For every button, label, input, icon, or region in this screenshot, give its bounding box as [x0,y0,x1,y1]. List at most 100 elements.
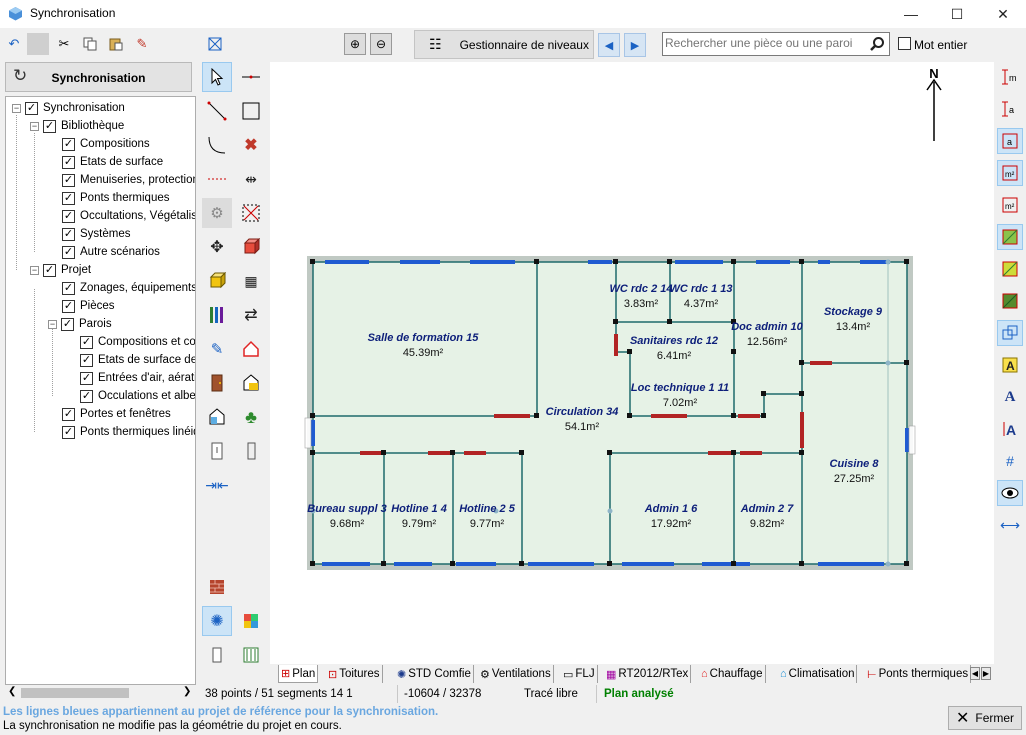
room-name[interactable]: Hotline 2 5 [459,503,516,515]
tab-scroll-left-icon[interactable]: ◀ [970,667,980,680]
cube-yellow-icon[interactable] [202,266,232,296]
tree-checkbox[interactable]: ✓ [62,191,75,205]
room-name[interactable]: Loc technique 1 11 [631,382,729,394]
draw-arc-icon[interactable] [202,130,232,160]
tree-checkbox[interactable]: ✓ [62,299,75,313]
hatch-green-icon[interactable] [997,224,1023,250]
tree-item-compositions[interactable]: ✓ Compositions [62,136,150,152]
room-name[interactable]: Stockage 9 [824,306,883,318]
merge-icon[interactable]: ⇥⇤ [202,470,232,500]
tree-item-ponts-lineiques[interactable]: ✓ Ponts thermiques linéiqu [62,424,195,440]
tree-item-projet[interactable]: − ✓ Projet [30,262,91,278]
scrollbar-thumb[interactable] [21,688,129,698]
tree-item-pieces[interactable]: ✓ Pièces [62,298,115,314]
grid-icon[interactable]: # [997,448,1023,474]
roof-yellow-icon[interactable] [236,368,266,398]
tree-item-parois-etats[interactable]: ✓ Etats de surface de [80,352,195,368]
fit-view-icon[interactable] [204,33,226,55]
close-button[interactable]: ✕ [980,0,1026,28]
resize-horizontal-icon[interactable]: ⟷ [997,512,1023,538]
tab-rt2012[interactable]: ▦ RT2012/RTex [604,665,692,683]
tree-item-parois-compositions[interactable]: ✓ Compositions et con [80,334,195,350]
search-input[interactable] [665,36,865,50]
battery-icon[interactable] [202,640,232,670]
tree-checkbox[interactable]: ✓ [62,173,75,187]
draw-segment-icon[interactable] [236,62,266,92]
height-a-icon[interactable]: a [997,96,1023,122]
roof-blue-icon[interactable] [202,402,232,432]
erase-icon[interactable]: ✎ [131,33,153,55]
tree-checkbox[interactable]: ✓ [62,281,75,295]
color-grid-icon[interactable] [236,606,266,636]
tree-horizontal-scrollbar[interactable]: ❮ ❯ [5,685,196,701]
text-box-icon[interactable]: A [997,352,1023,378]
room-name[interactable]: WC rdc 1 13 [670,283,733,295]
tree-checkbox[interactable]: ✓ [43,263,56,277]
copy-icon[interactable] [79,33,101,55]
next-level-button[interactable]: ▶ [624,33,646,57]
collapse-icon[interactable]: − [30,121,39,131]
minimize-button[interactable]: — [888,0,934,28]
close-dialog-button[interactable]: ✕ Fermer [948,706,1022,730]
area-a-icon[interactable]: a [997,128,1023,154]
tree-checkbox[interactable]: ✓ [62,425,75,439]
tag-icon[interactable] [202,436,232,466]
tree-item-parois[interactable]: − ✓ Parois [48,316,112,332]
previous-level-button[interactable]: ◀ [598,33,620,57]
tree-item-parois-occultations[interactable]: ✓ Occulations et albec [80,388,195,404]
tree-item-zonages[interactable]: ✓ Zonages, équipements e [62,280,195,296]
eye-icon[interactable] [997,480,1023,506]
tree-checkbox[interactable]: ✓ [62,209,75,223]
tree-checkbox[interactable]: ✓ [80,353,93,367]
room-name[interactable]: Salle de formation 15 [368,332,480,344]
undo-icon[interactable]: ↶ [3,33,25,55]
tab-chauffage[interactable]: ⌂ Chauffage [699,665,766,683]
redo-button[interactable] [27,33,49,55]
tab-toitures[interactable]: ⊡ Toitures [326,665,383,683]
tree-checkbox[interactable]: ✓ [62,227,75,241]
tree-checkbox[interactable]: ✓ [62,245,75,259]
collapse-icon[interactable]: − [12,103,21,113]
area-m2-icon[interactable]: m² [997,160,1023,186]
whole-word-checkbox[interactable] [898,37,911,50]
tab-ventilations[interactable]: ⚙ Ventilations [478,665,554,683]
text-font-icon[interactable]: A [997,384,1023,410]
floor-plan[interactable]: N Salle de formation 15 45.39m² WC rdc 2… [270,62,994,664]
tab-std-comfie[interactable]: ✺ STD Comfie [395,665,474,683]
tree-item-autres-scenarios[interactable]: ✓ Autre scénarios [62,244,160,260]
collapse-icon[interactable]: − [30,265,39,275]
select-pointer-icon[interactable] [202,62,232,92]
bricks-icon[interactable]: ▦ [236,266,266,296]
tree-checkbox[interactable]: ✓ [80,371,93,385]
room-name[interactable]: Doc admin 10 [731,321,803,333]
tree-checkbox[interactable]: ✓ [25,101,38,115]
tree-item-parois-entrees-air[interactable]: ✓ Entrées d'air, aératic [80,370,195,386]
tab-climatisation[interactable]: ⌂ Climatisation [778,665,858,683]
zoom-in-icon[interactable]: ⊕ [344,33,366,55]
tree-checkbox[interactable]: ✓ [43,119,56,133]
tab-plan[interactable]: ⊞ Plan [278,665,319,683]
text-height-icon[interactable]: A [997,416,1023,442]
search-box[interactable] [662,32,890,56]
area-m2-outline-icon[interactable]: m² [997,192,1023,218]
room-name[interactable]: Admin 1 6 [644,503,698,515]
dotted-segment-icon[interactable] [202,164,232,194]
green-panel-icon[interactable] [236,640,266,670]
move-icon[interactable]: ✥ [202,232,232,262]
tree-icon[interactable]: ♣ [236,402,266,432]
tree-item-bibliotheque[interactable]: − ✓ Bibliothèque [30,118,124,134]
tree-checkbox[interactable]: ✓ [62,407,75,421]
tree-item-menuiseries[interactable]: ✓ Menuiseries, protections [62,172,195,188]
hatch-dark-icon[interactable] [997,288,1023,314]
room-name[interactable]: Bureau suppl 3 [307,503,386,515]
spiral-icon[interactable]: ✺ [202,606,232,636]
tab-flj[interactable]: ▭ FLJ [561,665,598,683]
room-name[interactable]: WC rdc 2 14 [610,283,673,295]
scroll-right-icon[interactable]: ❯ [183,686,191,697]
door-icon[interactable] [202,368,232,398]
paint-icon[interactable]: ✎ [202,334,232,364]
layers-icon[interactable] [202,300,232,330]
cube-red-icon[interactable] [236,232,266,262]
tree-item-ponts-thermiques[interactable]: ✓ Ponts thermiques [62,190,170,206]
tree-checkbox[interactable]: ✓ [62,155,75,169]
